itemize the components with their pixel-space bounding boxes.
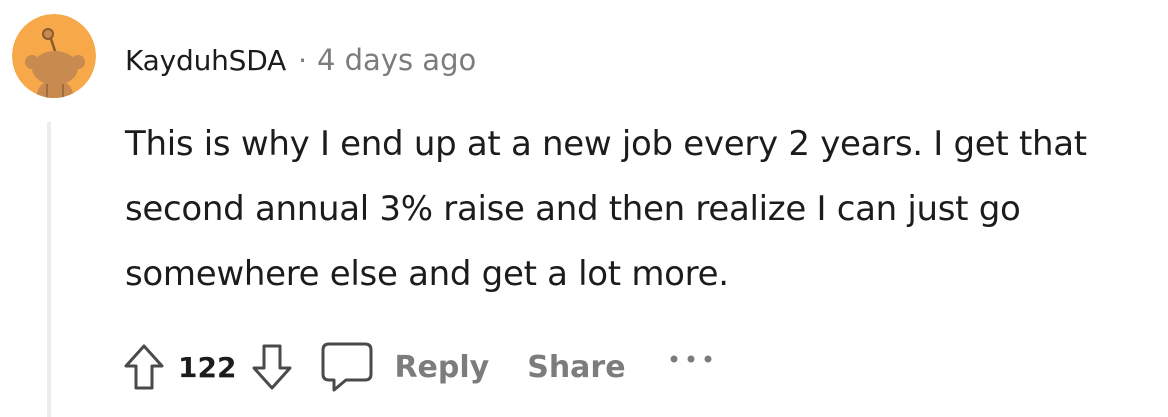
comment-card: KayduhSDA · 4 days ago This is why I end…: [0, 0, 1168, 417]
comment-timestamp[interactable]: 4 days ago: [317, 43, 476, 77]
meta-separator: ·: [298, 43, 307, 77]
vote-score: 122: [178, 350, 237, 384]
arrow-up-icon: [124, 344, 164, 390]
snoo-avatar-icon: [12, 14, 96, 98]
author-username[interactable]: KayduhSDA: [125, 44, 286, 77]
upvote-button[interactable]: [120, 338, 168, 396]
comment-actions: 122 Reply Share: [120, 338, 714, 396]
comment-meta: KayduhSDA · 4 days ago: [125, 40, 476, 80]
ellipsis-icon: [670, 355, 712, 363]
reply-button[interactable]: Reply: [394, 350, 489, 385]
comment-button[interactable]: [320, 341, 374, 393]
share-button[interactable]: Share: [527, 350, 625, 385]
arrow-down-icon: [252, 344, 292, 390]
downvote-button[interactable]: [248, 338, 296, 396]
more-options-button[interactable]: [668, 339, 714, 379]
speech-bubble-icon: [321, 342, 373, 392]
comment-body: This is why I end up at a new job every …: [125, 124, 1087, 294]
user-avatar[interactable]: [12, 14, 96, 98]
thread-collapse-line[interactable]: [47, 122, 51, 417]
